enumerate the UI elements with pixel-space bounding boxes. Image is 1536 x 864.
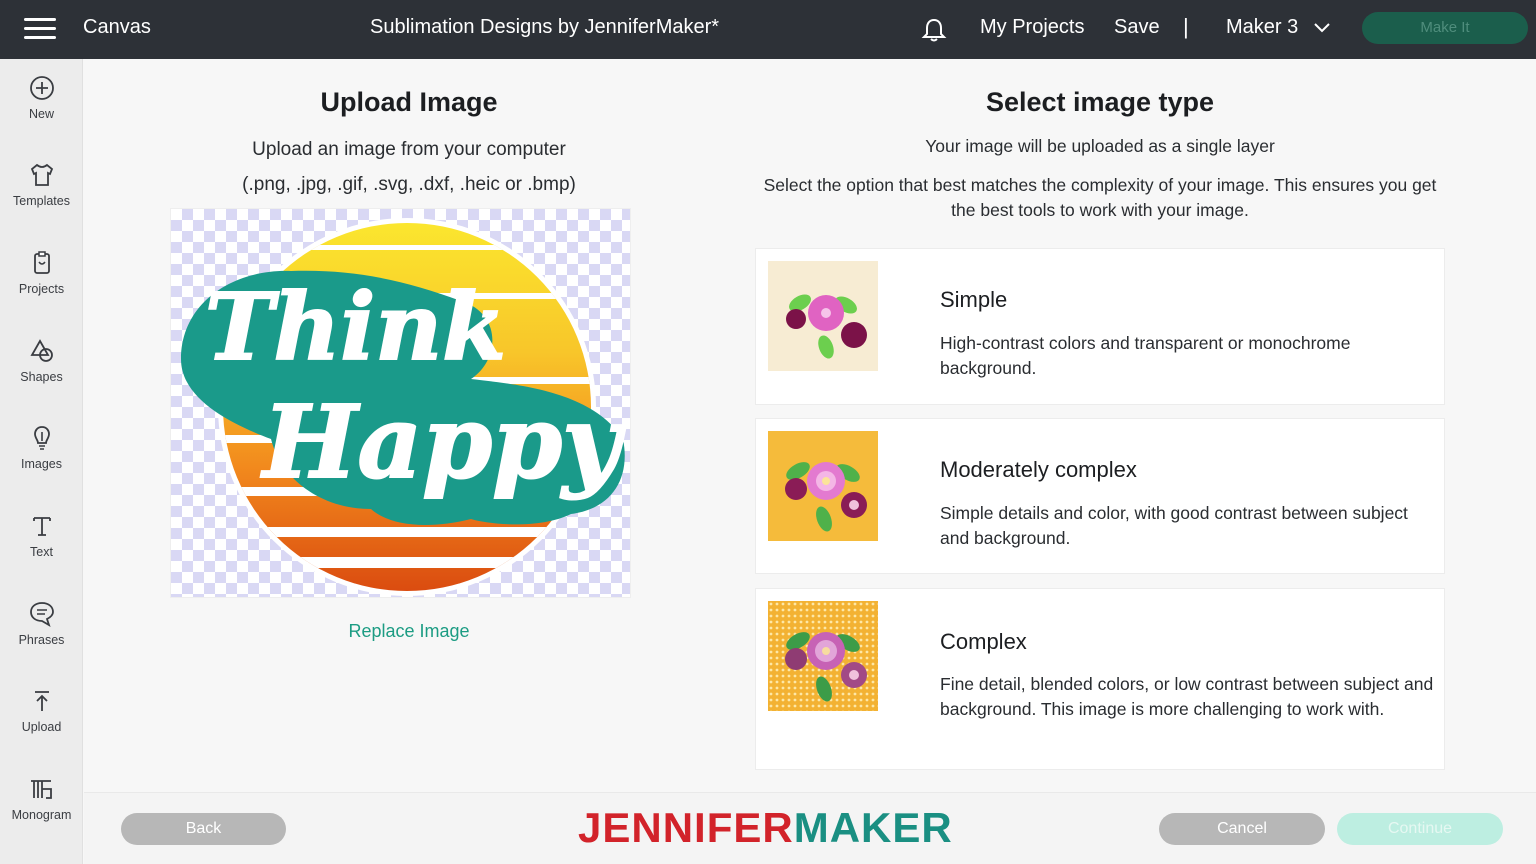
option-moderately-complex[interactable]: Moderately complex Simple details and co… (755, 418, 1445, 574)
hamburger-menu-icon[interactable] (24, 18, 56, 40)
preview-word-think: Think (205, 273, 506, 381)
top-bar: Canvas Sublimation Designs by JenniferMa… (0, 0, 1536, 59)
plus-circle-icon (29, 76, 54, 100)
sidebar-item-text[interactable]: Text (0, 511, 83, 591)
cancel-button[interactable]: Cancel (1159, 813, 1325, 845)
shapes-icon (29, 339, 53, 362)
sidebar-item-templates[interactable]: Templates (0, 160, 83, 240)
option-description: Fine detail, blended colors, or low cont… (940, 674, 1434, 719)
jennifermaker-logo: JENNIFERMAKER (578, 804, 953, 854)
sidebar-item-label: Images (21, 457, 62, 471)
select-type-title: Select image type (985, 87, 1215, 117)
sidebar-item-label: Templates (13, 194, 70, 208)
complex-thumbnail (768, 601, 878, 711)
sidebar-item-phrases[interactable]: Phrases (0, 599, 83, 679)
sidebar-item-label: Shapes (20, 370, 63, 384)
project-title: Sublimation Designs by JenniferMaker* (370, 16, 720, 38)
option-description: High-contrast colors and transparent or … (940, 333, 1351, 378)
bell-icon[interactable] (920, 16, 948, 44)
option-simple[interactable]: Simple High-contrast colors and transpar… (755, 248, 1445, 405)
select-type-subtitle: Your image will be uploaded as a single … (925, 136, 1275, 156)
save-button[interactable]: Save (1114, 16, 1160, 39)
back-button[interactable]: Back (121, 813, 286, 845)
clipboard-icon (33, 251, 50, 274)
option-complex[interactable]: Complex Fine detail, blended colors, or … (755, 588, 1445, 770)
sidebar-item-new[interactable]: New (0, 73, 83, 153)
option-title: Complex (940, 629, 1027, 654)
upload-icon (34, 691, 49, 711)
continue-button[interactable]: Continue (1337, 813, 1503, 845)
option-title: Moderately complex (940, 457, 1137, 482)
sidebar-item-images[interactable]: Images (0, 423, 83, 503)
sidebar-item-shapes[interactable]: Shapes (0, 336, 83, 416)
chevron-down-icon[interactable] (1312, 20, 1332, 36)
brand-part-jennifer: JENNIFER (578, 804, 794, 851)
lightbulb-icon (33, 426, 50, 450)
make-it-button[interactable]: Make It (1362, 12, 1528, 44)
upload-subtitle: Upload an image from your computer (252, 139, 566, 160)
simple-thumbnail (768, 261, 878, 371)
sidebar-item-label: New (28, 107, 54, 121)
text-icon (32, 517, 51, 536)
sunset-artwork: Think Happy (181, 218, 627, 596)
my-projects-link[interactable]: My Projects (980, 16, 1084, 39)
app-name: Canvas (83, 16, 151, 38)
image-preview: Think Happy (170, 208, 631, 598)
sidebar-item-upload[interactable]: Upload (0, 686, 83, 766)
upload-title: Upload Image (320, 87, 498, 117)
sidebar: New Templates Projects Shapes Images Tex… (0, 59, 83, 864)
preview-word-happy: Happy (260, 383, 626, 501)
brand-part-maker: MAKER (793, 804, 953, 851)
sidebar-item-projects[interactable]: Projects (0, 248, 83, 328)
sidebar-item-label: Projects (18, 282, 65, 296)
upload-formats: (.png, .jpg, .gif, .svg, .dxf, .heic or … (242, 174, 576, 195)
sidebar-item-monogram[interactable]: Monogram (0, 774, 83, 854)
sidebar-item-label: Text (30, 545, 53, 559)
topbar-separator: | (1183, 14, 1189, 39)
sidebar-item-label: Phrases (18, 633, 65, 647)
moderate-thumbnail (768, 431, 878, 541)
shirt-icon (30, 163, 53, 186)
select-type-instructions: Select the option that best matches the … (763, 175, 1437, 220)
machine-selector[interactable]: Maker 3 (1226, 16, 1298, 39)
speech-bubble-icon (29, 602, 54, 627)
replace-image-link[interactable]: Replace Image (170, 621, 648, 642)
option-description: Simple details and color, with good cont… (940, 503, 1408, 548)
sidebar-item-label: Monogram (11, 808, 72, 822)
sidebar-item-label: Upload (21, 720, 62, 734)
monogram-icon (30, 780, 52, 799)
option-title: Simple (940, 287, 1008, 312)
